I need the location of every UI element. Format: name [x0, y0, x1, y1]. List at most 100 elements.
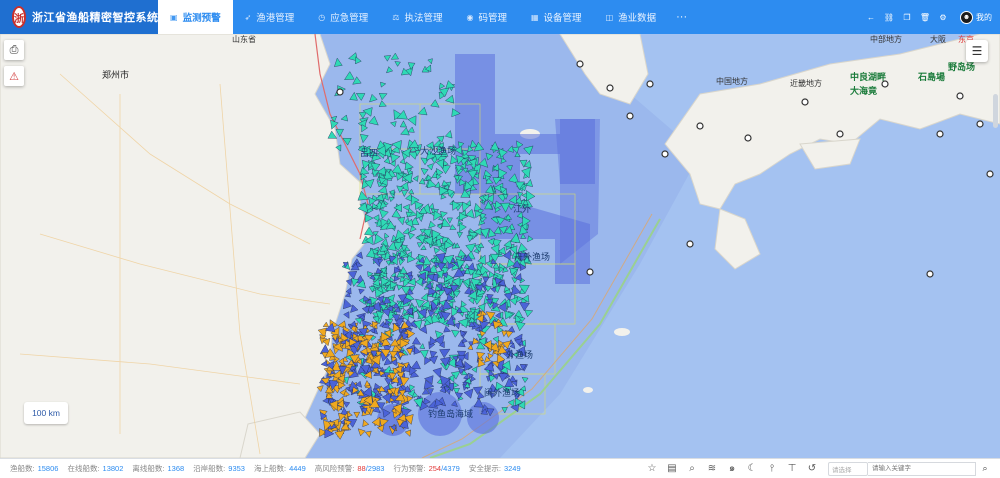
vessel-marker[interactable] — [428, 220, 436, 229]
vessel-marker[interactable] — [525, 178, 533, 187]
vessel-marker[interactable] — [407, 115, 417, 126]
vessel-marker[interactable] — [461, 337, 468, 344]
vessel-marker[interactable] — [365, 430, 372, 438]
stat-item[interactable]: 安全提示: 3249 — [469, 463, 521, 474]
vessel-marker[interactable] — [449, 224, 457, 230]
vessel-marker[interactable] — [389, 121, 397, 128]
vessel-marker[interactable] — [444, 94, 455, 104]
vessel-marker[interactable] — [487, 237, 495, 246]
nav-item-6[interactable]: ◫ 渔业数据 — [594, 0, 669, 34]
vessel-marker[interactable] — [417, 106, 428, 116]
vessel-marker[interactable] — [439, 348, 451, 359]
vessel-marker[interactable] — [369, 93, 378, 103]
vessel-marker[interactable] — [495, 312, 501, 319]
station-marker[interactable] — [936, 130, 944, 138]
vessel-marker[interactable] — [355, 56, 362, 65]
vessel-marker[interactable] — [515, 321, 526, 332]
vessel-marker[interactable] — [385, 260, 392, 266]
vessel-marker[interactable] — [416, 242, 424, 248]
stat-item[interactable]: 离线船数: 1368 — [132, 463, 184, 474]
vessel-marker[interactable] — [390, 52, 399, 60]
vessel-marker[interactable] — [358, 288, 365, 295]
history-icon[interactable]: ↺ — [805, 462, 819, 476]
vessel-marker[interactable] — [426, 163, 434, 171]
search-type-select[interactable]: 请选择 — [828, 461, 868, 476]
vessel-marker[interactable] — [401, 190, 408, 198]
vessel-marker[interactable] — [521, 377, 529, 383]
nav-item-0[interactable]: ▣ 监测预警 — [158, 0, 233, 34]
stat-item[interactable]: 行为预警: 254/4379 — [393, 463, 459, 474]
vessel-marker[interactable] — [519, 301, 530, 312]
vessel-marker[interactable] — [490, 244, 500, 255]
vessel-marker[interactable] — [343, 298, 353, 310]
vessel-marker[interactable] — [384, 378, 393, 386]
vessel-marker[interactable] — [402, 204, 410, 212]
vessel-marker[interactable] — [492, 335, 499, 344]
link-icon[interactable]: ⛓ — [883, 11, 895, 23]
vessel-marker[interactable] — [408, 188, 415, 195]
vessel-marker[interactable] — [430, 99, 440, 108]
vessel-marker[interactable] — [490, 287, 497, 293]
station-marker[interactable] — [686, 240, 694, 248]
vessel-marker[interactable] — [413, 346, 421, 355]
station-marker[interactable] — [661, 150, 669, 158]
vessel-marker[interactable] — [368, 115, 379, 126]
vessel-marker[interactable] — [427, 58, 433, 65]
settings-icon[interactable]: ⚙ — [937, 11, 949, 23]
vessel-marker[interactable] — [377, 185, 388, 195]
vessel-marker[interactable] — [380, 81, 387, 88]
station-marker[interactable] — [976, 120, 984, 128]
vessel-marker[interactable] — [391, 209, 402, 218]
vessel-marker[interactable] — [443, 159, 449, 167]
nav-item-5[interactable]: ▦ 设备管理 — [519, 0, 594, 34]
search-icon[interactable]: ⌕ — [685, 462, 699, 476]
vessel-marker[interactable] — [335, 128, 344, 138]
vessel-marker[interactable] — [440, 193, 447, 200]
vessel-marker[interactable] — [362, 419, 370, 428]
nav-item-2[interactable]: ◷ 应急管理 — [306, 0, 380, 34]
station-marker[interactable] — [836, 130, 844, 138]
vessel-marker[interactable] — [378, 93, 388, 101]
vessel-marker[interactable] — [364, 213, 374, 223]
stat-item[interactable]: 高风险预警: 88/2983 — [315, 463, 385, 474]
vessel-marker[interactable] — [407, 232, 416, 240]
vessel-marker[interactable] — [456, 231, 463, 239]
document-icon[interactable]: ▤ — [665, 462, 679, 476]
vessel-marker[interactable] — [378, 208, 389, 219]
layer-list-icon[interactable]: ☰ — [966, 40, 988, 62]
vessel-marker[interactable] — [354, 317, 363, 325]
vessel-marker[interactable] — [509, 296, 518, 306]
vessel-marker[interactable] — [352, 76, 362, 85]
nav-item-1[interactable]: ➶ 渔港管理 — [233, 0, 307, 34]
trash-icon[interactable]: 🗑 — [919, 11, 931, 23]
vessel-marker[interactable] — [394, 61, 401, 67]
vessel-marker[interactable] — [345, 287, 352, 295]
vessel-marker[interactable] — [420, 245, 427, 251]
station-marker[interactable] — [956, 92, 964, 100]
map-zoom-scrollbar[interactable] — [993, 94, 998, 128]
vessel-marker[interactable] — [360, 134, 369, 144]
moon-icon[interactable]: ☾ — [745, 462, 759, 476]
vessel-marker[interactable] — [446, 217, 453, 224]
vessel-marker[interactable] — [383, 55, 392, 62]
vessel-marker[interactable] — [322, 397, 329, 404]
search-icon[interactable]: ⌕ — [978, 462, 992, 476]
stat-item[interactable]: 渔船数: 15806 — [10, 463, 58, 474]
vessel-marker[interactable] — [420, 168, 429, 176]
vessel-marker[interactable] — [444, 130, 453, 139]
vessel-marker[interactable] — [353, 411, 361, 419]
vessel-marker[interactable] — [454, 322, 461, 330]
vessel-marker[interactable] — [487, 352, 494, 360]
vessel-marker[interactable] — [524, 309, 534, 318]
back-icon[interactable]: ← — [865, 11, 877, 23]
user-menu[interactable]: ☻ 我的 — [960, 10, 992, 24]
vessel-marker[interactable] — [364, 380, 371, 387]
vessel-marker[interactable] — [412, 175, 419, 182]
vessel-marker[interactable] — [384, 232, 390, 239]
vessel-marker[interactable] — [407, 126, 415, 133]
vessel-marker[interactable] — [440, 210, 448, 219]
vessel-marker[interactable] — [405, 193, 412, 202]
map-canvas[interactable]: 郑州市 山东省 吕四 大沙渔场 江外 舟外渔场 外渔场 闽外渔场 钓鱼岛海域 中部地方 中国地方 近畿… — [0, 34, 1000, 458]
vessel-marker[interactable] — [399, 120, 407, 128]
station-marker[interactable] — [336, 88, 344, 96]
